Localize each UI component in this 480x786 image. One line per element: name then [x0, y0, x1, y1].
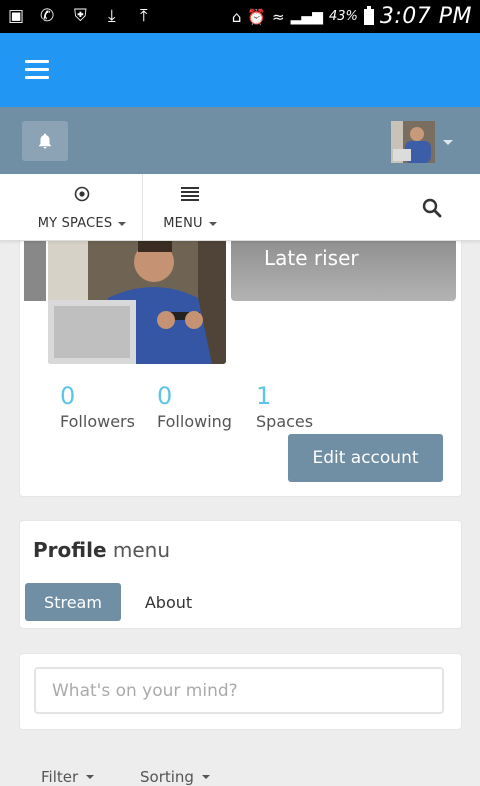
wifi-icon: ≈ — [272, 7, 285, 26]
nav-divider — [142, 174, 143, 240]
menu-label: MENU — [163, 216, 203, 231]
gallery-icon: ▣ — [8, 6, 25, 26]
spaces-stat[interactable]: 1 Spaces — [256, 382, 313, 431]
list-icon — [181, 184, 199, 204]
profile-menu-title-bold: Profile — [33, 538, 107, 562]
tab-about[interactable]: About — [131, 583, 206, 621]
whatsapp-icon: ✆ — [40, 6, 55, 26]
signal-icon: ▂▄▆ — [290, 8, 323, 25]
bell-icon — [39, 133, 51, 149]
target-icon — [74, 184, 90, 204]
chevron-down-icon[interactable] — [443, 140, 453, 145]
profile-photo[interactable] — [48, 240, 226, 364]
profile-menu-title: Profile menu — [33, 538, 170, 562]
profile-display-name: Late riser — [264, 246, 359, 270]
shield-icon: ⛨ — [74, 6, 87, 26]
profile-menu-title-rest: menu — [112, 538, 171, 562]
my-spaces-label: MY SPACES — [37, 216, 113, 231]
spaces-label: Spaces — [256, 412, 314, 431]
search-icon[interactable] — [418, 194, 446, 222]
top-navigation: MY SPACES MENU — [0, 174, 480, 241]
nfc-icon: ⌂ — [231, 7, 242, 26]
filter-dropdown[interactable]: Filter — [41, 768, 95, 786]
spaces-count: 1 — [256, 382, 272, 410]
caret-down-icon — [86, 775, 95, 779]
profile-banner-edge — [24, 240, 46, 301]
sorting-dropdown[interactable]: Sorting — [140, 768, 210, 786]
filter-label: Filter — [41, 768, 79, 786]
edit-account-button[interactable]: Edit account — [288, 434, 443, 482]
clock-time: 3:07 PM — [379, 4, 472, 29]
battery-percentage: 43% — [328, 9, 358, 24]
following-count: 0 — [157, 382, 173, 410]
profile-banner: Late riser — [231, 240, 456, 301]
followers-count: 0 — [60, 382, 76, 410]
hamburger-menu-icon[interactable] — [25, 60, 49, 80]
sorting-label: Sorting — [140, 768, 194, 786]
nav-menu[interactable]: MENU — [152, 174, 228, 240]
followers-label: Followers — [60, 412, 135, 431]
nav-my-spaces[interactable]: MY SPACES — [32, 174, 132, 240]
download-icon: ⤓ — [108, 6, 116, 26]
upload-icon: ⤒ — [140, 6, 148, 26]
following-stat[interactable]: 0 Following — [157, 382, 232, 431]
caret-down-icon — [118, 221, 127, 226]
post-input[interactable] — [34, 667, 444, 714]
app-bar — [0, 33, 480, 107]
following-label: Following — [157, 412, 232, 431]
notifications-button[interactable] — [22, 121, 68, 161]
user-avatar[interactable] — [391, 121, 435, 163]
followers-stat[interactable]: 0 Followers — [60, 382, 135, 431]
alarm-icon: ⏰ — [247, 7, 267, 26]
user-toolbar — [0, 107, 480, 174]
caret-down-icon — [208, 221, 217, 226]
battery-icon — [363, 5, 374, 25]
tab-stream[interactable]: Stream — [25, 583, 121, 621]
status-bar: ▣ ✆ ⛨ ⤓ ⤒ ⌂ ⏰ ≈ ▂▄▆ 43% 3:07 PM — [0, 0, 480, 33]
caret-down-icon — [201, 775, 210, 779]
